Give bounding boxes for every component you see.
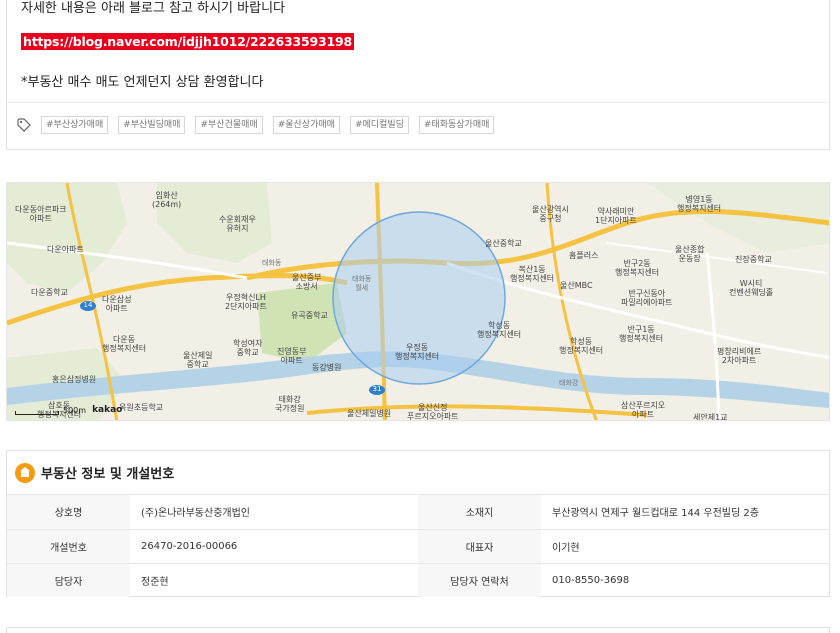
map-label: 31 (372, 385, 382, 393)
map-label: 울산MBC (560, 281, 593, 290)
map-label: 우정혁신LH 2단지아파트 (225, 293, 267, 311)
map-label: 태화동 월세 (352, 275, 372, 292)
description-box: 자세한 내용은 아래 블로그 참고 하시기 바랍니다 https://blog.… (6, 0, 830, 150)
table-key: 상호명 (7, 495, 130, 530)
tag-chip[interactable]: #태화동상가매매 (418, 116, 495, 134)
realestate-info-box: 부동산 정보 및 개설번호 상호명 (주)온나라부동산중개법인 소재지 부산광역… (6, 450, 830, 597)
map-label: 다운동아르파크 아파트 (15, 205, 67, 223)
map-label: 울산광역시 중구청 (532, 205, 569, 223)
tag-chip[interactable]: #부산빌딩매매 (118, 116, 186, 134)
table-row: 담당자 정준현 담당자 연락처 010-8550-3698 (7, 563, 829, 597)
location-map[interactable]: 14 31 입화산 (264m) 다운동아르파크 아파트 다운아파트 다운중학교 다… (6, 182, 830, 421)
map-label: 진장중학교 (735, 255, 772, 264)
map-label: 태화동 (262, 259, 282, 267)
tag-icon (17, 118, 31, 132)
info-title: 부동산 정보 및 개설번호 (41, 467, 175, 482)
map-label: 14 (83, 301, 93, 309)
map-label: 평창리비에르 2차아파트 (717, 347, 762, 365)
map-label: 학성동 행정복지센터 (559, 337, 604, 355)
description-line: *부동산 매수 매도 언제던지 상담 환영합니다 (21, 75, 264, 90)
map-label: W시티 컨벤션웨딩홀 (729, 279, 774, 297)
map-label: 약사래미안 1단지아파트 (595, 207, 637, 225)
map-label: 복산1동 행정복지센터 (510, 265, 555, 283)
table-value: 26470-2016-00066 (130, 529, 418, 564)
tag-row: #부산상가매매 #부산빌딩매매 #부산건물매매 #울산상가매매 #메디컬빌딩 #… (17, 116, 504, 134)
table-key: 소재지 (418, 495, 541, 530)
divider (7, 102, 829, 103)
map-label: 홍은삼정병원 (52, 375, 97, 384)
table-key: 대표자 (418, 529, 541, 564)
map-label: 반구2동 행정복지센터 (615, 259, 660, 277)
map-label: 다운동 행정복지센터 (102, 335, 147, 353)
table-value: 정준현 (141, 576, 169, 588)
table-value: (주)온나라부동산중개법인 (130, 495, 418, 530)
table-value: 부산광역시 연제구 월드컵대로 144 우전빌딩 2층 (541, 495, 829, 530)
map-label: 태화강 (559, 379, 579, 387)
map-label: 울산제일병원 (347, 409, 392, 418)
map-label: 울산중학교 (485, 239, 522, 248)
map-label: 울산제일 중학교 (183, 351, 213, 369)
map-scale: 500m kakao (15, 405, 122, 415)
table-key: 개설번호 (7, 529, 130, 564)
map-label: 다운중학교 (31, 288, 68, 297)
info-table: 상호명 (주)온나라부동산중개법인 소재지 부산광역시 연제구 월드컵대로 14… (7, 495, 829, 597)
map-label: 옥원초등학교 (119, 403, 164, 412)
tag-chip[interactable]: #메디컬빌딩 (349, 116, 409, 134)
map-label: 입화산 (264m) (152, 191, 182, 209)
table-value: 010-8550-3698 (552, 574, 630, 586)
map-label: 수운회재우 유허지 (219, 215, 256, 233)
map-label: 울산중부 소방서 (292, 273, 322, 291)
map-label: 학성여자 중학교 (233, 339, 263, 357)
tag-chip[interactable]: #울산상가매매 (272, 116, 340, 134)
map-label: 동강병원 (312, 363, 342, 372)
map-label: 병영1동 행정복지센터 (677, 195, 722, 213)
scale-bar (15, 411, 59, 415)
map-label: 다운삼성 아파트 (102, 295, 132, 313)
table-value: 이기현 (541, 529, 829, 564)
blog-link[interactable]: https://blog.naver.com/idjjh1012/2226335… (21, 33, 354, 50)
table-row: 상호명 (주)온나라부동산중개법인 소재지 부산광역시 연제구 월드컵대로 14… (7, 495, 829, 530)
table-row: 개설번호 26470-2016-00066 대표자 이기현 (7, 529, 829, 564)
map-label: 유곡중학교 (291, 311, 328, 320)
tag-chip[interactable]: #부산건물매매 (195, 116, 263, 134)
map-label: 다운아파트 (47, 245, 84, 254)
info-header: 부동산 정보 및 개설번호 (7, 451, 829, 495)
map-label: 반구1동 행정복지센터 (619, 325, 664, 343)
map-label: 삼산푸르지오 아파트 (621, 401, 666, 419)
description-line: 자세한 내용은 아래 블로그 참고 하시기 바랍니다 (21, 1, 285, 16)
map-label: 홈플러스 (569, 251, 599, 260)
map-label: 세안제1교 (693, 413, 728, 421)
kakao-logo: kakao (92, 405, 123, 415)
table-key: 담당자 연락처 (418, 563, 541, 597)
store-icon (15, 462, 35, 483)
table-key: 담당자 (7, 563, 130, 597)
map-label: 울산신정 푸르지오아파트 (407, 403, 459, 421)
map-label: 학성동 행정복지센터 (477, 321, 522, 339)
next-section-box (6, 627, 830, 633)
map-label: 반구신동아 파밀리에아파트 (621, 289, 673, 307)
tag-chip[interactable]: #부산상가매매 (41, 116, 109, 134)
scale-label: 500m (63, 406, 87, 415)
map-label: 울산종합 운동장 (675, 245, 705, 263)
map-label: 우정동 행정복지센터 (395, 343, 440, 361)
map-label: 태화강 국가정원 (275, 395, 305, 413)
map-label: 진영동부 아파트 (277, 347, 307, 365)
